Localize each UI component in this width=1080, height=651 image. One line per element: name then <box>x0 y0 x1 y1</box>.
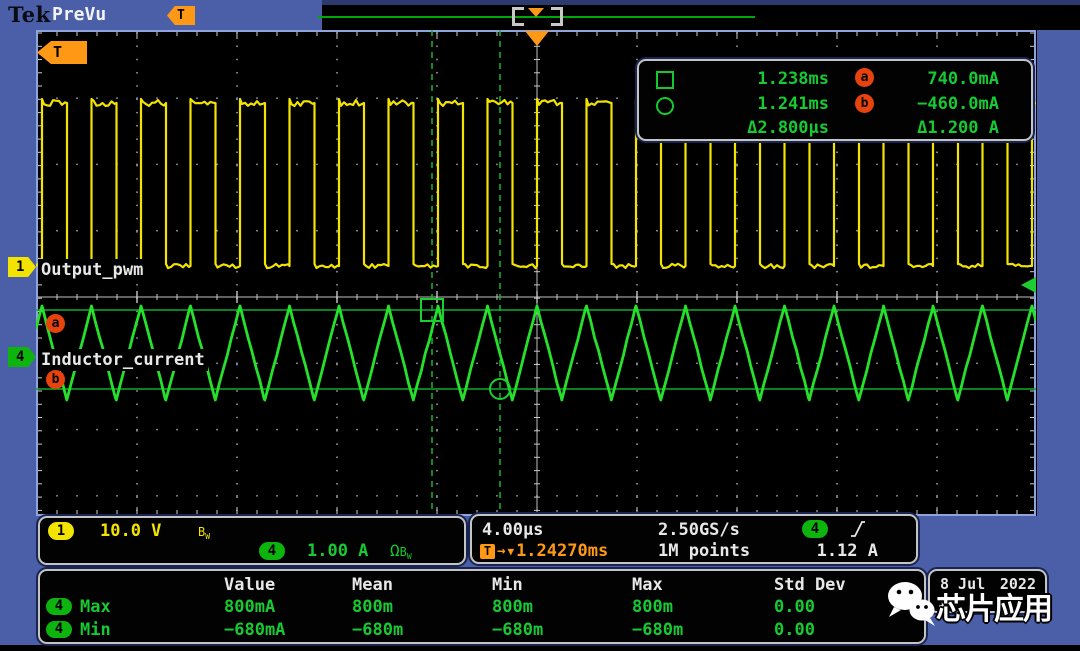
bw-w: W <box>205 532 210 541</box>
cursor-a-value: 740.0mA <box>865 69 999 89</box>
ch4-waveform-label: Inductor_current <box>38 349 208 371</box>
record-window-bracket-left <box>512 7 524 26</box>
bw-w: W <box>407 552 412 561</box>
ohm-icon: Ω <box>390 541 400 560</box>
measurement-mean: −680m <box>352 620 403 640</box>
wechat-icon <box>884 579 940 631</box>
cursor-a-readout-badge: a <box>855 68 874 87</box>
oscilloscope-screen: Tek PreVu T T 1 4 Output_pwm Inductor_cu… <box>0 0 1080 651</box>
tek-logo: Tek <box>8 2 51 27</box>
measurement-stddev: 0.00 <box>774 597 815 617</box>
measurement-min: −680m <box>492 620 543 640</box>
cursor-b-shape-icon <box>656 97 674 115</box>
col-header-value: Value <box>224 575 275 595</box>
measurement-name: Max <box>80 597 111 617</box>
ch4-scale: 1.00 A <box>307 541 368 561</box>
marker-icon: ▼ <box>507 545 514 558</box>
col-header-max: Max <box>632 575 663 595</box>
frame-left <box>0 30 36 645</box>
measurement-max: 800m <box>632 597 673 617</box>
acquisition-mode-label: PreVu <box>52 4 106 25</box>
sample-rate-readout: 2.50GS/s <box>658 520 740 540</box>
cursor-b-time: 1.241ms <box>695 94 829 114</box>
cursor-b-value: −460.0mA <box>865 94 999 114</box>
trigger-source-badge: 4 <box>802 520 828 538</box>
record-trigger-marker <box>528 8 544 17</box>
col-header-min: Min <box>492 575 523 595</box>
trigger-delay-readout: T → ▼ 1.24270ms <box>480 541 608 561</box>
horizontal-trigger-panel: 4.00µs 2.50GS/s 4 T → ▼ 1.24270ms 1M poi… <box>470 514 918 564</box>
measurement-value: −680mA <box>224 620 285 640</box>
cursor-a-shape-icon <box>656 71 674 89</box>
record-window-bracket-right <box>551 7 563 26</box>
measurement-value: 800mA <box>224 597 275 617</box>
trigger-level-arrow <box>1021 277 1036 293</box>
bottom-black-strip <box>0 645 1080 651</box>
measurement-stddev: 0.00 <box>774 620 815 640</box>
row-channel-badge: 4 <box>46 621 72 638</box>
cursor-delta-value: Δ1.200 A <box>865 118 999 138</box>
timebase-readout: 4.00µs <box>482 520 543 540</box>
header-bar: Tek PreVu <box>0 0 322 30</box>
cursor-readout-panel: 1.238ms 1.241ms Δ2.800µs a b 740.0mA −46… <box>637 59 1033 141</box>
channel-scale-panel: 1 10.0 V BW 4 1.00 A ΩBW <box>38 516 466 565</box>
row-channel-badge: 4 <box>46 598 72 615</box>
frame-right <box>1037 30 1080 645</box>
watermark-text: 芯片应用 <box>936 584 1066 628</box>
cursor-a-badge: a <box>46 314 65 333</box>
ch1-waveform-label: Output_pwm <box>38 259 146 281</box>
cursor-delta-time: Δ2.800µs <box>695 118 829 138</box>
cursor-a-time: 1.238ms <box>695 69 829 89</box>
trigger-slope-icon <box>849 518 867 540</box>
measurement-min: 800m <box>492 597 533 617</box>
bw-b: B <box>400 545 407 559</box>
measurement-max: −680m <box>632 620 683 640</box>
ch1-scale: 10.0 V <box>100 521 161 541</box>
record-length-readout: 1M points <box>658 541 750 561</box>
trigger-t-chip: T <box>480 544 495 559</box>
cursor-point-markers <box>421 299 510 399</box>
measurement-mean: 800m <box>352 597 393 617</box>
ch1-badge: 1 <box>48 522 74 540</box>
measurement-table: Value Mean Min Max Std Dev 4 Max 800mA 8… <box>38 569 926 644</box>
expansion-point-marker <box>525 31 549 46</box>
ch1-bandwidth-icon: BW <box>198 521 210 541</box>
col-header-stddev: Std Dev <box>774 575 846 595</box>
record-strip-top-border <box>322 0 1080 5</box>
trigger-level-readout: 1.12 A <box>802 541 878 561</box>
measurement-name: Min <box>80 620 111 640</box>
cursor-b-badge: b <box>46 370 65 389</box>
trigger-delay-value: 1.24270ms <box>516 541 608 561</box>
arrow-icon: → <box>497 543 505 559</box>
cursor-b-readout-badge: b <box>855 94 874 113</box>
ch4-coupling-bandwidth: ΩBW <box>390 541 412 561</box>
ch4-badge: 4 <box>259 542 285 560</box>
col-header-mean: Mean <box>352 575 393 595</box>
